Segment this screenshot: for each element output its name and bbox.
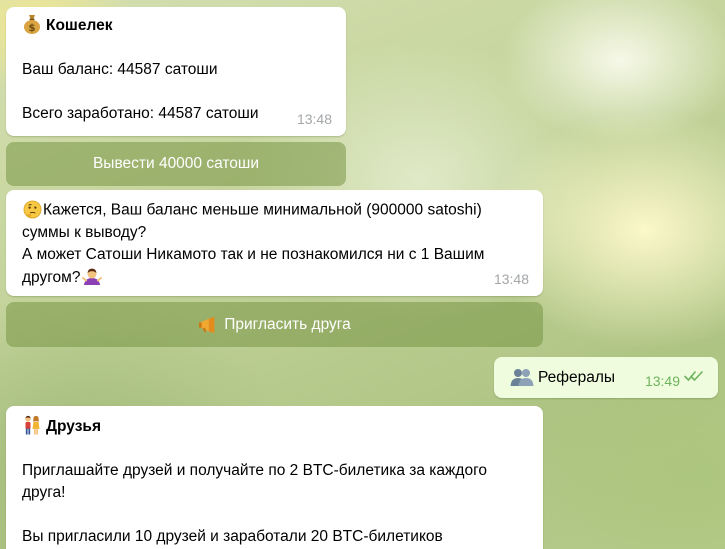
referrals-text: Рефералы	[538, 369, 616, 386]
shrug-icon	[82, 266, 103, 286]
friends-title-row: Друзья	[22, 415, 527, 438]
wallet-balance: Ваш баланс: 44587 сатоши	[22, 61, 218, 78]
friends-text-3: Вы пригласили 10 друзей и заработали 20 …	[22, 528, 443, 545]
wallet-message: $ Кошелек Ваш баланс: 44587 сатоши Всего…	[6, 7, 346, 136]
wallet-title: Кошелек	[46, 17, 113, 34]
low-balance-text-4: другом?	[22, 268, 81, 286]
megaphone-icon	[198, 315, 218, 335]
wallet-title-row: $ Кошелек	[22, 14, 330, 37]
svg-text:$: $	[29, 23, 36, 34]
message-time: 13:48	[493, 271, 529, 287]
low-balance-text-2: суммы к выводу?	[22, 223, 147, 241]
thinking-face-icon	[22, 199, 42, 219]
invite-friend-button[interactable]: Пригласить друга	[6, 302, 543, 347]
friends-message: Друзья Приглашайте друзей и получайте по…	[6, 406, 543, 549]
withdraw-button-label: Вывести 40000 сатоши	[92, 155, 260, 172]
wallet-earned: Всего заработано: 44587 сатоши	[22, 105, 259, 122]
referrals-outgoing-message: Рефералы 13:49	[494, 357, 718, 398]
friends-title: Друзья	[46, 418, 101, 435]
message-time: 13:48	[296, 111, 332, 127]
friends-text-1: Приглашайте друзей и получайте по 2 BTC-…	[22, 462, 487, 479]
low-balance-line-1: Кажется, Ваш баланс меньше минимальной (…	[22, 199, 527, 222]
message-time: 13:49	[644, 373, 680, 389]
money-bag-icon: $	[22, 14, 42, 34]
low-balance-message: Кажется, Ваш баланс меньше минимальной (…	[6, 190, 543, 296]
people-icon	[510, 367, 534, 387]
low-balance-line-4: другом?	[22, 266, 527, 289]
withdraw-button[interactable]: Вывести 40000 сатоши	[6, 142, 346, 186]
friends-text-2: друга!	[22, 484, 66, 501]
low-balance-text-1: Кажется, Ваш баланс меньше минимальной (…	[43, 201, 482, 219]
couple-icon	[22, 415, 42, 435]
invite-friend-button-label: Пригласить друга	[224, 315, 351, 333]
low-balance-text-3: А может Сатоши Никамото так и не познако…	[22, 245, 485, 263]
read-double-check-icon	[684, 368, 704, 388]
